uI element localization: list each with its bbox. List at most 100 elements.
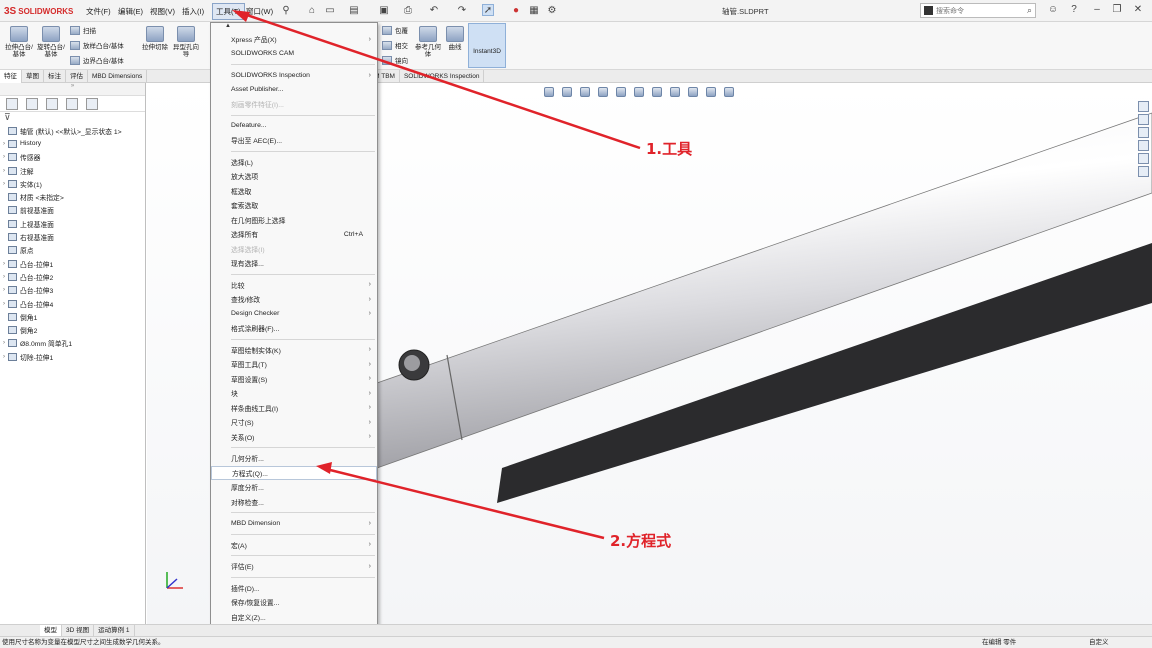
expand-arrow-icon[interactable]: › (0, 261, 8, 267)
expand-arrow-icon[interactable]: › (0, 168, 8, 174)
custom-properties-icon[interactable] (1138, 166, 1149, 177)
instant3d-button[interactable]: Instant3D (468, 23, 506, 68)
tools-menu-item[interactable]: SOLIDWORKS Inspection › (211, 68, 377, 83)
status-units[interactable]: 自定义 (1089, 637, 1109, 648)
pin-icon[interactable]: ⚲ (280, 4, 292, 16)
tree-item[interactable]: › 凸台-拉伸2 (0, 270, 145, 283)
tools-menu-item[interactable]: 套索选取 (211, 198, 377, 213)
property-manager-icon[interactable] (26, 97, 38, 110)
tab-inspection[interactable]: SOLIDWORKS Inspection (400, 70, 485, 83)
tab-3d-views[interactable]: 3D 视图 (62, 625, 95, 636)
tree-item[interactable]: 倒角2 (0, 323, 145, 336)
extrude-cut-button[interactable]: 拉伸切除 (142, 26, 168, 51)
tree-item[interactable]: › 凸台-拉伸3 (0, 284, 145, 297)
tools-menu-item[interactable]: 评估(E) › (211, 559, 377, 574)
intersect-button[interactable]: 相交 (382, 40, 408, 50)
feature-tree-icon[interactable] (6, 97, 18, 110)
tab-model[interactable]: 模型 (40, 625, 62, 636)
tab-features[interactable]: 特征 (0, 70, 22, 83)
home-icon[interactable]: ⌂ (306, 4, 318, 16)
tree-item[interactable]: 右视基准面 (0, 230, 145, 243)
tree-item[interactable]: 上视基准面 (0, 217, 145, 230)
appearances-icon[interactable] (1138, 153, 1149, 164)
select-arrow-icon[interactable]: ➚ (482, 4, 494, 16)
tools-menu-item[interactable]: 插件(D)... (211, 581, 377, 596)
tools-menu-item[interactable]: 样条曲线工具(I) › (211, 401, 377, 416)
tree-item[interactable]: › 注解 (0, 164, 145, 177)
menu-edit[interactable]: 编辑(E) (118, 6, 143, 17)
tools-menu-item[interactable]: Xpress 产品(X) › (211, 32, 377, 47)
tools-menu-item[interactable]: 自定义(Z)... (211, 610, 377, 625)
menu-tools[interactable]: 工具(T) (212, 3, 245, 20)
menu-insert[interactable]: 插入(I) (182, 6, 204, 17)
tools-menu-item[interactable]: 选择(L) (211, 155, 377, 170)
print-icon[interactable]: ⎙ (402, 4, 414, 16)
tree-root[interactable]: 轴管 (默认) <<默认>_显示状态 1> (0, 124, 145, 137)
tab-sketch[interactable]: 草图 (22, 70, 44, 83)
rebuild-icon[interactable]: ● (510, 4, 522, 16)
tools-menu-item[interactable]: 几何分析... (211, 451, 377, 466)
wrap-button[interactable]: 包覆 (382, 25, 408, 35)
filter-icon[interactable]: ⊽ (0, 112, 145, 124)
tools-menu-item[interactable]: 对称检查... (211, 495, 377, 510)
tree-item[interactable]: › Ø8.0mm 简单孔1 (0, 337, 145, 350)
tools-menu-item[interactable]: 方程式(Q)... (211, 465, 377, 480)
tools-menu-item[interactable]: MBD Dimension › (211, 516, 377, 531)
mirror-button[interactable]: 镜向 (382, 55, 408, 65)
tools-menu-item[interactable]: 保存/恢复设置... (211, 595, 377, 610)
tools-menu-item[interactable]: 查找/修改 › (211, 292, 377, 307)
tab-motion-study[interactable]: 运动算例 1 (94, 625, 135, 636)
tools-menu-item[interactable]: 草图设置(S) › (211, 372, 377, 387)
restore-button[interactable]: ❐ (1110, 3, 1124, 17)
tools-menu-item[interactable]: 现有选择... (211, 256, 377, 271)
expand-arrow-icon[interactable]: › (0, 181, 8, 187)
tree-item[interactable]: 前视基准面 (0, 204, 145, 217)
close-button[interactable]: ✕ (1131, 3, 1145, 17)
tools-menu-item[interactable]: 关系(O) › (211, 430, 377, 445)
minimize-button[interactable]: – (1090, 3, 1104, 17)
tools-menu-item[interactable]: 厚度分析... (211, 480, 377, 495)
new-icon[interactable]: ▭ (324, 4, 336, 16)
design-library-icon[interactable] (1138, 114, 1149, 125)
display-manager-icon[interactable] (86, 97, 98, 110)
reference-geometry-button[interactable]: 参考几何体 (414, 26, 442, 58)
tree-item[interactable]: › History (0, 137, 145, 150)
panel-collapse-handle[interactable]: » (0, 83, 145, 96)
tree-item[interactable]: 原点 (0, 244, 145, 257)
tree-item[interactable]: › 实体(1) (0, 177, 145, 190)
search-commands[interactable]: 搜索命令 ⌕ (920, 3, 1036, 18)
expand-arrow-icon[interactable]: › (0, 354, 8, 360)
tab-evaluate[interactable]: 评估 (66, 70, 88, 83)
expand-arrow-icon[interactable]: › (0, 287, 8, 293)
extrude-boss-button[interactable]: 拉伸凸台/基体 (4, 26, 34, 58)
dimxpert-icon[interactable] (66, 97, 78, 110)
curves-button[interactable]: 曲线 (444, 26, 466, 51)
loft-button[interactable]: 放样凸台/基体 (70, 40, 124, 50)
menu-view[interactable]: 视图(V) (150, 6, 175, 17)
help-icon[interactable]: ? (1067, 3, 1081, 17)
tools-menu-item[interactable]: Defeature... (211, 119, 377, 134)
configuration-manager-icon[interactable] (46, 97, 58, 110)
tools-menu-item[interactable]: 选择所有 Ctrl+A (211, 227, 377, 242)
expand-arrow-icon[interactable]: › (0, 154, 8, 160)
tools-menu-item[interactable]: 导出至 AEC(E)... (211, 133, 377, 148)
menu-window[interactable]: 窗口(W) (246, 6, 273, 17)
redo-icon[interactable]: ↷ (456, 4, 468, 16)
tools-menu-item[interactable]: 格式涂刷器(F)... (211, 321, 377, 336)
tab-mbd-dimensions[interactable]: MBD Dimensions (88, 70, 148, 83)
tree-item[interactable]: › 凸台-拉伸4 (0, 297, 145, 310)
sweep-button[interactable]: 扫描 (70, 25, 96, 35)
undo-icon[interactable]: ↶ (428, 4, 440, 16)
tools-menu-item[interactable]: 草图绘制实体(K) › (211, 343, 377, 358)
file-properties-icon[interactable]: ▦ (528, 4, 540, 16)
scroll-up-icon[interactable]: ▲ (211, 23, 377, 32)
tools-menu-item[interactable]: Design Checker › (211, 307, 377, 322)
open-icon[interactable]: ▤ (348, 4, 360, 16)
boundary-boss-button[interactable]: 边界凸台/基体 (70, 55, 124, 65)
file-explorer-icon[interactable] (1138, 127, 1149, 138)
tools-menu-item[interactable]: 比较 › (211, 278, 377, 293)
tools-menu-item[interactable]: Asset Publisher... (211, 83, 377, 98)
tools-menu-item[interactable]: 宏(A) › (211, 538, 377, 553)
hole-wizard-button[interactable]: 异型孔向导 (172, 26, 200, 58)
magnifier-icon[interactable]: ⌕ (1027, 5, 1032, 16)
